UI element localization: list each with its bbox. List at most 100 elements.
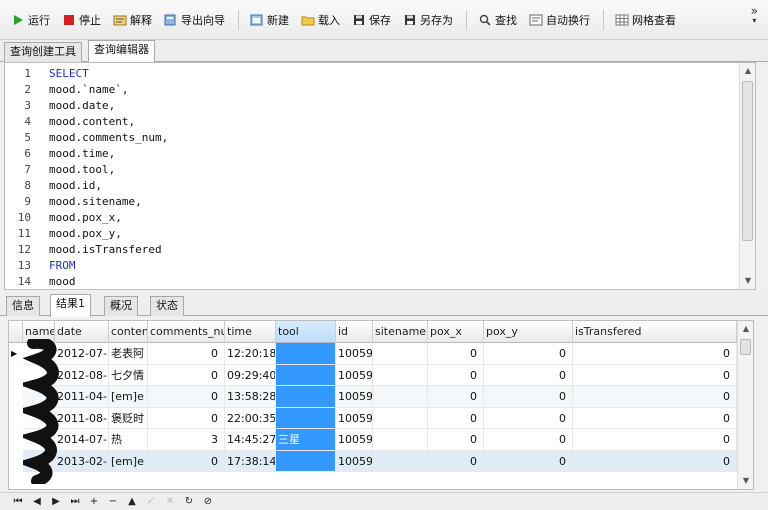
grid-cell-date[interactable]: 2014-07- bbox=[55, 429, 109, 451]
export-wizard-button[interactable]: 导出向导 bbox=[159, 9, 230, 31]
toolbar-overflow-button[interactable]: » ▾ bbox=[751, 5, 758, 26]
grid-view-button[interactable]: 网格查看 bbox=[610, 9, 681, 31]
sql-editor[interactable]: ▲ ▼ 1 SELECT 2 mood.`name`, 3 mood.date, 4 mood… bbox=[4, 62, 756, 290]
column-header-date[interactable]: date bbox=[55, 321, 109, 343]
grid-cell-time[interactable]: 09:29:40 bbox=[225, 364, 276, 386]
column-header-istransfered[interactable]: isTransfered bbox=[573, 321, 737, 343]
result-grid[interactable]: ▲ ▼ namedatecontentcomments_numtimetooli… bbox=[8, 320, 754, 490]
nav-first-icon[interactable]: ⏮ bbox=[10, 494, 26, 510]
grid-cell-comments-num[interactable]: 0 bbox=[148, 343, 225, 365]
grid-cell-sitename[interactable] bbox=[373, 364, 428, 386]
tab-profile[interactable]: 概况 bbox=[104, 296, 138, 316]
grid-cell-istransfered[interactable]: 0 bbox=[573, 429, 737, 451]
grid-cell-comments-num[interactable]: 0 bbox=[148, 386, 225, 408]
grid-cell-pox-y[interactable]: 0 bbox=[484, 450, 573, 472]
grid-cell-pox-x[interactable]: 0 bbox=[428, 386, 484, 408]
grid-cell-id[interactable]: 10059 bbox=[336, 429, 373, 451]
stop-button[interactable]: 停止 bbox=[57, 9, 106, 31]
save-button[interactable]: 保存 bbox=[347, 9, 396, 31]
grid-cell-tool[interactable] bbox=[276, 450, 336, 472]
column-header-sitename[interactable]: sitename bbox=[373, 321, 428, 343]
scroll-up-icon[interactable]: ▲ bbox=[740, 63, 755, 79]
nav-last-icon[interactable]: ⏭ bbox=[67, 494, 83, 510]
grid-cell-time[interactable]: 17:38:14 bbox=[225, 450, 276, 472]
grid-cell-time[interactable]: 13:58:28 bbox=[225, 386, 276, 408]
grid-cell-comments-num[interactable]: 0 bbox=[148, 407, 225, 429]
grid-cell-content[interactable]: [em]e bbox=[109, 386, 148, 408]
save-as-button[interactable]: 另存为 bbox=[398, 9, 458, 31]
nav-next-icon[interactable]: ▶ bbox=[48, 494, 64, 510]
scroll-down-icon[interactable]: ▼ bbox=[738, 473, 753, 489]
grid-cell-time[interactable]: 12:20:18 bbox=[225, 343, 276, 365]
grid-cell-comments-num[interactable]: 0 bbox=[148, 450, 225, 472]
grid-cell-pox-x[interactable]: 0 bbox=[428, 450, 484, 472]
grid-cell-pox-y[interactable]: 0 bbox=[484, 429, 573, 451]
grid-cell-date[interactable]: 2011-04- bbox=[55, 386, 109, 408]
editor-scroll-thumb[interactable] bbox=[742, 81, 753, 241]
grid-cell-content[interactable]: 老表阿 bbox=[109, 343, 148, 365]
nav-cancel-icon[interactable]: ✕ bbox=[162, 494, 178, 510]
grid-cell-id[interactable]: 10059 bbox=[336, 343, 373, 365]
grid-cell-sitename[interactable] bbox=[373, 429, 428, 451]
grid-cell-tool[interactable]: 三星 bbox=[276, 429, 336, 451]
grid-cell-comments-num[interactable]: 0 bbox=[148, 364, 225, 386]
grid-cell-id[interactable]: 10059 bbox=[336, 407, 373, 429]
nav-stop-icon[interactable]: ⊘ bbox=[200, 494, 216, 510]
grid-cell-content[interactable]: [em]e bbox=[109, 450, 148, 472]
grid-cell-id[interactable]: 10059 bbox=[336, 364, 373, 386]
grid-cell-pox-x[interactable]: 0 bbox=[428, 407, 484, 429]
grid-cell-sitename[interactable] bbox=[373, 343, 428, 365]
grid-cell-time[interactable]: 14:45:27 bbox=[225, 429, 276, 451]
grid-cell-date[interactable]: 2013-02- bbox=[55, 450, 109, 472]
grid-cell-pox-y[interactable]: 0 bbox=[484, 407, 573, 429]
grid-cell-pox-y[interactable]: 0 bbox=[484, 343, 573, 365]
grid-cell-istransfered[interactable]: 0 bbox=[573, 450, 737, 472]
load-button[interactable]: 载入 bbox=[296, 9, 345, 31]
grid-cell-content[interactable]: 褒贬时 bbox=[109, 407, 148, 429]
grid-cell-pox-y[interactable]: 0 bbox=[484, 386, 573, 408]
grid-cell-date[interactable]: 2012-07- bbox=[55, 343, 109, 365]
column-header-time[interactable]: time bbox=[225, 321, 276, 343]
tab-query-builder[interactable]: 查询创建工具 bbox=[4, 42, 82, 62]
grid-cell-date[interactable]: 2012-08- bbox=[55, 364, 109, 386]
find-button[interactable]: 查找 bbox=[473, 9, 522, 31]
word-wrap-button[interactable]: 自动换行 bbox=[524, 9, 595, 31]
grid-cell-istransfered[interactable]: 0 bbox=[573, 386, 737, 408]
grid-cell-time[interactable]: 22:00:35 bbox=[225, 407, 276, 429]
editor-scrollbar[interactable]: ▲ ▼ bbox=[739, 63, 755, 289]
grid-cell-istransfered[interactable]: 0 bbox=[573, 407, 737, 429]
grid-scroll-thumb[interactable] bbox=[740, 339, 751, 355]
tab-status[interactable]: 状态 bbox=[150, 296, 184, 316]
grid-cell-comments-num[interactable]: 3 bbox=[148, 429, 225, 451]
grid-cell-tool[interactable] bbox=[276, 364, 336, 386]
explain-button[interactable]: 解释 bbox=[108, 9, 157, 31]
nav-up-icon[interactable]: ▲ bbox=[124, 494, 140, 510]
grid-cell-id[interactable]: 10059 bbox=[336, 386, 373, 408]
grid-scrollbar[interactable]: ▲ ▼ bbox=[737, 321, 753, 489]
column-header-pox-x[interactable]: pox_x bbox=[428, 321, 484, 343]
grid-cell-content[interactable]: 热 bbox=[109, 429, 148, 451]
grid-cell-tool[interactable] bbox=[276, 386, 336, 408]
nav-delete-icon[interactable]: − bbox=[105, 494, 121, 510]
new-button[interactable]: 新建 bbox=[245, 9, 294, 31]
scroll-down-icon[interactable]: ▼ bbox=[740, 273, 755, 289]
grid-cell-tool[interactable] bbox=[276, 343, 336, 365]
grid-cell-pox-y[interactable]: 0 bbox=[484, 364, 573, 386]
tab-query-editor[interactable]: 查询编辑器 bbox=[88, 40, 155, 63]
grid-cell-istransfered[interactable]: 0 bbox=[573, 364, 737, 386]
grid-cell-content[interactable]: 七夕情 bbox=[109, 364, 148, 386]
grid-cell-pox-x[interactable]: 0 bbox=[428, 429, 484, 451]
grid-cell-istransfered[interactable]: 0 bbox=[573, 343, 737, 365]
grid-cell-pox-x[interactable]: 0 bbox=[428, 364, 484, 386]
run-button[interactable]: 运行 bbox=[6, 9, 55, 31]
nav-prev-icon[interactable]: ◀ bbox=[29, 494, 45, 510]
grid-cell-tool[interactable] bbox=[276, 407, 336, 429]
grid-cell-sitename[interactable] bbox=[373, 386, 428, 408]
tab-result-1[interactable]: 结果1 bbox=[50, 294, 91, 317]
column-header-comments-num[interactable]: comments_num bbox=[148, 321, 225, 343]
column-header-tool[interactable]: tool bbox=[276, 321, 336, 343]
nav-refresh-icon[interactable]: ↻ bbox=[181, 494, 197, 510]
nav-insert-icon[interactable]: + bbox=[86, 494, 102, 510]
column-header-pox-y[interactable]: pox_y bbox=[484, 321, 573, 343]
grid-cell-sitename[interactable] bbox=[373, 450, 428, 472]
